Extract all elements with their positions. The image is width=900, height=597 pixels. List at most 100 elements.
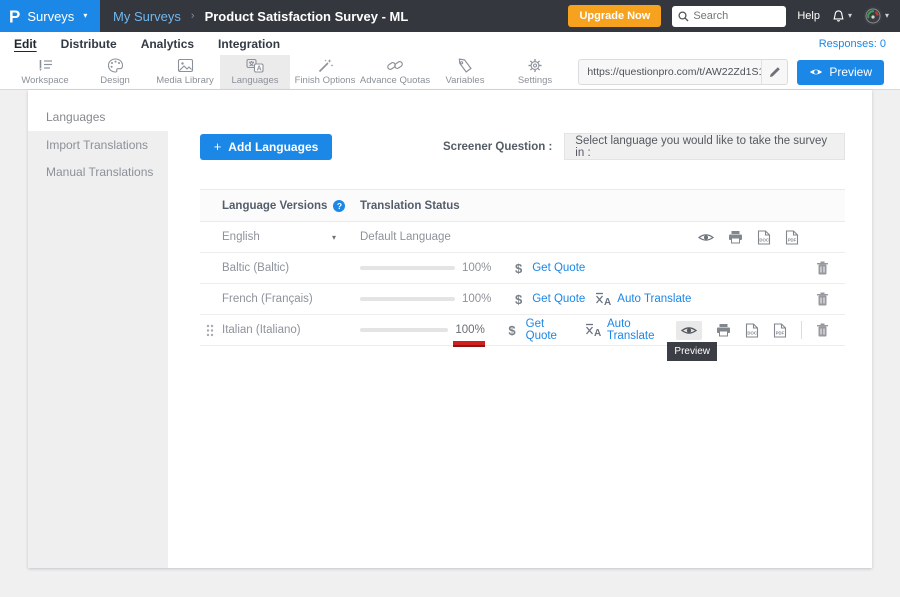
toolbar-item-label: Languages <box>231 75 278 86</box>
pdf-label: PDF <box>776 330 785 335</box>
toolbar-item-label: Workspace <box>21 75 68 86</box>
workspace-icon <box>37 58 54 73</box>
top-navbar: P Surveys ▾ My Surveys › Product Satisfa… <box>0 0 900 32</box>
dollar-icon[interactable]: $ <box>515 292 522 307</box>
export-doc-icon[interactable]: DOC <box>745 323 759 338</box>
delete-icon[interactable] <box>816 323 829 337</box>
controls-row: + Add Languages Screener Question : Sele… <box>200 133 845 160</box>
topbar-actions: Upgrade Now Help ▾ ▾ <box>568 5 900 27</box>
search-input[interactable] <box>693 10 780 22</box>
delete-icon[interactable] <box>816 261 829 275</box>
delete-icon[interactable] <box>816 292 829 306</box>
help-icon[interactable]: ? <box>333 200 345 212</box>
language-name: Baltic (Baltic) <box>222 262 289 274</box>
export-pdf-icon[interactable]: PDF <box>785 230 799 245</box>
survey-title: Product Satisfaction Survey - ML <box>205 9 409 24</box>
toolbar-item-finish-options[interactable]: Finish Options <box>290 55 360 89</box>
translate-icon[interactable]: A <box>585 323 602 337</box>
toolbar-item-variables[interactable]: Variables <box>430 55 500 89</box>
preview-tooltip: Preview <box>667 342 717 361</box>
breadcrumb-my-surveys[interactable]: My Surveys <box>113 9 181 24</box>
language-cell: Italian (Italiano) <box>200 324 360 336</box>
search-box[interactable] <box>672 6 786 27</box>
drag-handle-icon[interactable] <box>206 324 214 340</box>
sidebar-item-label: Manual Translations <box>46 165 153 179</box>
print-icon[interactable] <box>716 323 731 337</box>
survey-url-input[interactable] <box>587 66 761 78</box>
languages-content: + Add Languages Screener Question : Sele… <box>168 90 872 568</box>
translate-icon: A <box>246 58 264 73</box>
eye-icon <box>809 67 823 77</box>
auto-translate-link[interactable]: Auto Translate <box>607 318 676 342</box>
languages-panel: Languages Import Translations Manual Tra… <box>28 90 872 568</box>
sidebar-item-manual-translations[interactable]: Manual Translations <box>28 158 168 185</box>
export-doc-icon[interactable]: DOC <box>757 230 771 245</box>
tab-integration[interactable]: Integration <box>218 37 280 51</box>
row-actions: DOC PDF <box>676 321 845 340</box>
get-quote-link[interactable]: Get Quote <box>532 262 585 274</box>
account-menu[interactable]: ▾ <box>863 6 889 26</box>
gear-icon <box>527 58 543 73</box>
add-languages-button[interactable]: + Add Languages <box>200 134 332 160</box>
table-header: Language Versions ? Translation Status <box>200 189 845 222</box>
bell-icon <box>831 9 846 24</box>
auto-translate-link[interactable]: Auto Translate <box>617 293 691 305</box>
column-language-versions: Language Versions ? <box>200 200 360 212</box>
toolbar-item-label: Variables <box>446 75 485 86</box>
status-cell: 100% $ Get Quote A Auto Translate <box>360 292 816 307</box>
notifications-menu[interactable]: ▾ <box>831 9 852 24</box>
print-icon[interactable] <box>728 230 743 244</box>
table-row: French (Français) 100% $ Get Quote A Aut… <box>200 284 845 315</box>
survey-tabs: Edit Distribute Analytics Integration Re… <box>0 32 900 55</box>
progress-percent: 100% <box>455 324 482 336</box>
translate-icon[interactable]: A <box>595 292 612 306</box>
toolbar-item-label: Design <box>100 75 130 86</box>
toolbar-item-advance-quotas[interactable]: Advance Quotas <box>360 55 430 89</box>
language-cell: French (Français) <box>200 293 360 305</box>
toolbar-item-settings[interactable]: Settings <box>500 55 570 89</box>
get-quote-link[interactable]: Get Quote <box>526 318 575 342</box>
translation-progress-bar <box>360 297 455 301</box>
toolbar-item-workspace[interactable]: Workspace <box>10 55 80 89</box>
avatar <box>863 6 883 26</box>
column-label: Translation Status <box>360 200 460 212</box>
export-pdf-icon[interactable]: PDF <box>773 323 787 338</box>
toolbar-item-languages[interactable]: A Languages <box>220 55 290 89</box>
sidebar-item-languages[interactable]: Languages <box>28 90 168 131</box>
palette-icon <box>107 58 124 73</box>
default-language-label: Default Language <box>360 231 451 243</box>
preview-button[interactable]: Preview <box>797 60 884 85</box>
toolbar-item-design[interactable]: Design <box>80 55 150 89</box>
help-link[interactable]: Help <box>797 10 820 22</box>
translation-progress-bar <box>360 328 448 332</box>
product-menu-label: Surveys <box>27 9 74 24</box>
chevron-down-icon: ▾ <box>332 233 336 242</box>
upgrade-now-button[interactable]: Upgrade Now <box>568 5 661 27</box>
product-menu[interactable]: P Surveys ▾ <box>0 0 100 32</box>
dollar-icon[interactable]: $ <box>515 261 522 276</box>
breadcrumb-separator: › <box>191 10 195 22</box>
get-quote-link[interactable]: Get Quote <box>532 293 585 305</box>
red-annotation-marker <box>453 341 485 345</box>
tab-distribute[interactable]: Distribute <box>61 37 117 51</box>
eye-icon[interactable] <box>676 321 702 340</box>
edit-url-button[interactable] <box>761 60 787 84</box>
toolbar-item-media-library[interactable]: Media Library <box>150 55 220 89</box>
toolbar-right: Preview <box>578 55 900 89</box>
status-cell: 100% $ Get Quote A Auto Translate <box>360 318 676 342</box>
dollar-icon[interactable]: $ <box>508 323 515 338</box>
image-icon <box>177 58 194 73</box>
responses-count[interactable]: Responses: 0 <box>819 38 886 50</box>
search-icon <box>678 11 689 22</box>
row-actions <box>816 261 845 275</box>
language-cell: Baltic (Baltic) <box>200 262 360 274</box>
questionpro-logo-icon: P <box>9 7 20 25</box>
doc-label: DOC <box>759 237 769 242</box>
tab-analytics[interactable]: Analytics <box>141 37 194 51</box>
tab-edit[interactable]: Edit <box>14 37 37 51</box>
language-select-english[interactable]: English ▾ <box>200 231 360 243</box>
sidebar-item-import-translations[interactable]: Import Translations <box>28 131 168 158</box>
screener-question-value: Select language you would like to take t… <box>575 135 834 159</box>
eye-icon[interactable] <box>698 232 714 243</box>
screener-question-select[interactable]: Select language you would like to take t… <box>564 133 845 160</box>
